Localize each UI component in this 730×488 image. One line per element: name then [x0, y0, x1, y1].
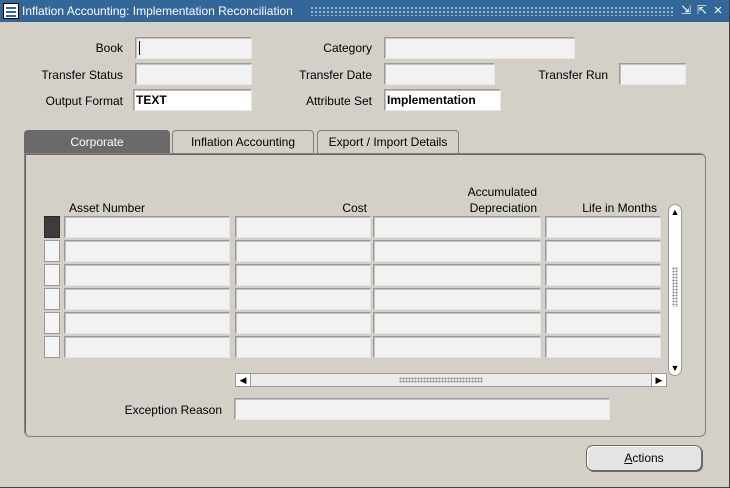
asset-number-cell[interactable] [64, 288, 230, 310]
row-selector[interactable] [44, 264, 60, 286]
app-icon[interactable] [3, 3, 19, 19]
title-bar[interactable]: Inflation Accounting: Implementation Rec… [0, 0, 729, 22]
accumulated-depreciation-cell[interactable] [373, 240, 541, 262]
cost-cell[interactable] [235, 336, 371, 358]
asset-number-cell[interactable] [64, 336, 230, 358]
tab-corporate-label: Corporate [70, 135, 124, 149]
tab-export-import-details[interactable]: Export / Import Details [317, 130, 459, 154]
actions-label: ctions [632, 451, 664, 465]
transfer-run-label: Transfer Run [538, 68, 608, 82]
tab-export-import-details-label: Export / Import Details [328, 135, 448, 149]
accumulated-depreciation-cell[interactable] [373, 264, 541, 286]
column-header-life-in-months: Life in Months [582, 201, 657, 215]
tab-inflation-accounting[interactable]: Inflation Accounting [172, 130, 314, 154]
tab-corporate[interactable]: Corporate [24, 130, 170, 154]
attribute-set-label: Attribute Set [305, 94, 372, 108]
life-in-months-cell[interactable] [545, 240, 661, 262]
column-header-asset-number: Asset Number [69, 201, 146, 215]
asset-number-cell[interactable] [64, 264, 230, 286]
life-in-months-cell[interactable] [545, 264, 661, 286]
life-in-months-cell[interactable] [545, 336, 661, 358]
cost-cell[interactable] [235, 312, 371, 334]
column-header-cost: Cost [342, 201, 367, 215]
category-field[interactable] [384, 37, 575, 59]
output-format-value: TEXT [136, 93, 167, 107]
close-icon[interactable]: × [711, 3, 725, 18]
asset-number-cell[interactable] [64, 216, 230, 238]
cost-cell[interactable] [235, 288, 371, 310]
transfer-date-field[interactable] [384, 63, 495, 85]
actions-button[interactable]: Actions [586, 445, 702, 471]
row-selector[interactable] [44, 336, 60, 358]
accumulated-depreciation-cell[interactable] [373, 336, 541, 358]
life-in-months-cell[interactable] [545, 312, 661, 334]
horizontal-scroll-grip [399, 377, 483, 383]
life-in-months-cell[interactable] [545, 288, 661, 310]
tab-inflation-accounting-label: Inflation Accounting [190, 135, 296, 149]
horizontal-scrollbar[interactable]: ◀ ▶ [235, 373, 667, 387]
exception-reason-label: Exception Reason [124, 403, 222, 417]
maximize-icon[interactable]: ⇱ [695, 3, 709, 18]
accumulated-depreciation-cell[interactable] [373, 216, 541, 238]
output-format-field[interactable]: TEXT [133, 89, 252, 111]
life-in-months-cell[interactable] [545, 216, 661, 238]
attribute-set-value: Implementation [387, 93, 476, 107]
transfer-status-label: Transfer Status [41, 68, 123, 82]
output-format-label: Output Format [45, 94, 123, 108]
transfer-status-field[interactable] [135, 63, 252, 85]
transfer-run-field[interactable] [619, 63, 686, 85]
cost-cell[interactable] [235, 216, 371, 238]
category-label: Category [323, 41, 372, 55]
scroll-left-icon[interactable]: ◀ [236, 374, 250, 386]
title-bar-grip [310, 6, 674, 16]
scroll-up-icon[interactable]: ▲ [669, 205, 681, 219]
row-selector[interactable] [44, 288, 60, 310]
text-cursor [139, 41, 140, 55]
book-field[interactable] [135, 37, 252, 59]
vertical-scrollbar[interactable]: ▲ ▼ [668, 204, 682, 376]
scroll-down-icon[interactable]: ▼ [669, 361, 681, 375]
exception-reason-field[interactable] [234, 398, 610, 420]
cost-cell[interactable] [235, 240, 371, 262]
accumulated-depreciation-cell[interactable] [373, 288, 541, 310]
book-label: Book [95, 41, 123, 55]
accumulated-depreciation-cell[interactable] [373, 312, 541, 334]
vertical-scroll-grip[interactable] [672, 267, 678, 307]
app-window: Inflation Accounting: Implementation Rec… [0, 0, 730, 488]
row-selector[interactable] [44, 240, 60, 262]
window-title: Inflation Accounting: Implementation Rec… [22, 4, 293, 18]
column-header-depreciation-line2: Depreciation [469, 201, 537, 215]
cost-cell[interactable] [235, 264, 371, 286]
column-header-accumulated-line1: Accumulated [467, 185, 537, 199]
asset-number-cell[interactable] [64, 312, 230, 334]
attribute-set-field[interactable]: Implementation [384, 89, 501, 111]
row-selector[interactable] [44, 312, 60, 334]
horizontal-scroll-thumb[interactable] [250, 374, 652, 386]
row-selector[interactable] [44, 216, 60, 238]
transfer-date-label: Transfer Date [299, 68, 372, 82]
minimize-icon[interactable]: ⇲ [679, 3, 693, 18]
asset-number-cell[interactable] [64, 240, 230, 262]
scroll-right-icon[interactable]: ▶ [652, 374, 666, 386]
